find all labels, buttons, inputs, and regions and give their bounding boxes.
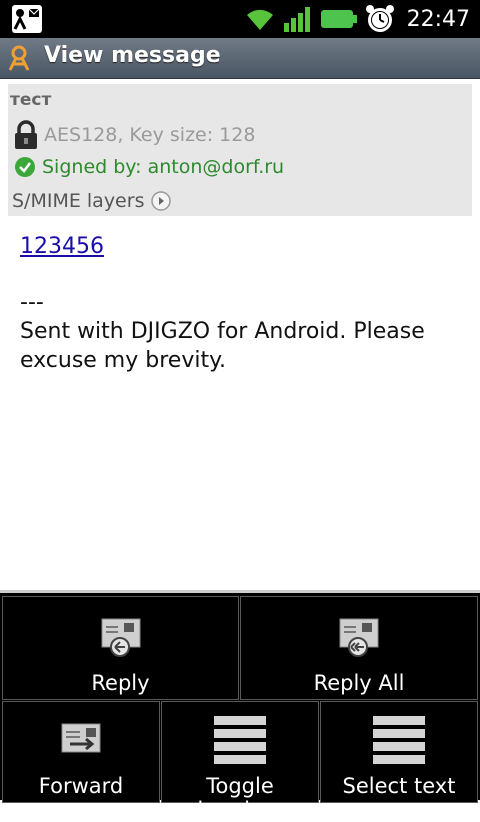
notification-icon [12, 5, 42, 33]
app-icon [8, 45, 30, 71]
forward-button[interactable]: Forward [2, 701, 160, 803]
signature-text: Sent with DJIGZO for Android. Please exc… [20, 319, 425, 373]
reply-button[interactable]: Reply [2, 596, 239, 700]
encryption-text: AES128, Key size: 128 [44, 124, 256, 146]
reply-icon [101, 618, 140, 657]
reply-all-label: Reply All [313, 671, 405, 695]
message-link[interactable]: 123456 [20, 234, 104, 259]
toggle-headers-label: Toggle headers [197, 774, 283, 822]
alarm-icon [365, 5, 394, 32]
signature-separator: --- [20, 290, 44, 315]
forward-label: Forward [38, 774, 124, 798]
select-text-button[interactable]: Select text [320, 701, 478, 803]
expand-arrow-icon [151, 191, 172, 211]
reply-all-icon [339, 618, 379, 657]
reply-all-button[interactable]: Reply All [240, 596, 478, 700]
select-text-label: Select text [342, 774, 456, 798]
message-header: тест AES128, Key size: 128 Signed by: an… [8, 84, 472, 216]
list-icon [373, 716, 425, 764]
toggle-headers-button[interactable]: Toggle headers [161, 701, 319, 822]
status-time: 22:47 [406, 6, 470, 32]
signal-icon [283, 7, 310, 32]
encryption-info: AES128, Key size: 128 [14, 120, 255, 150]
reply-label: Reply [91, 671, 150, 695]
list-icon [214, 716, 266, 764]
message-body: 123456 --- Sent with DJIGZO for Android.… [20, 234, 460, 375]
battery-icon [320, 10, 357, 28]
forward-icon [61, 723, 101, 753]
message-subject: тест [10, 90, 52, 110]
smime-layers-label: S/MIME layers [12, 190, 145, 212]
status-bar: 22:47 [0, 0, 480, 38]
page-title: View message [44, 43, 221, 68]
signature-info: Signed by: anton@dorf.ru [14, 156, 284, 178]
app-title-bar: View message [0, 38, 480, 79]
signed-by-text: Signed by: anton@dorf.ru [42, 156, 285, 178]
wifi-icon [246, 9, 273, 30]
lock-icon [15, 120, 37, 149]
check-icon [15, 157, 35, 177]
smime-layers-toggle[interactable]: S/MIME layers [12, 190, 172, 212]
options-menu: Reply Reply All Forward Toggle headers S… [0, 590, 480, 822]
